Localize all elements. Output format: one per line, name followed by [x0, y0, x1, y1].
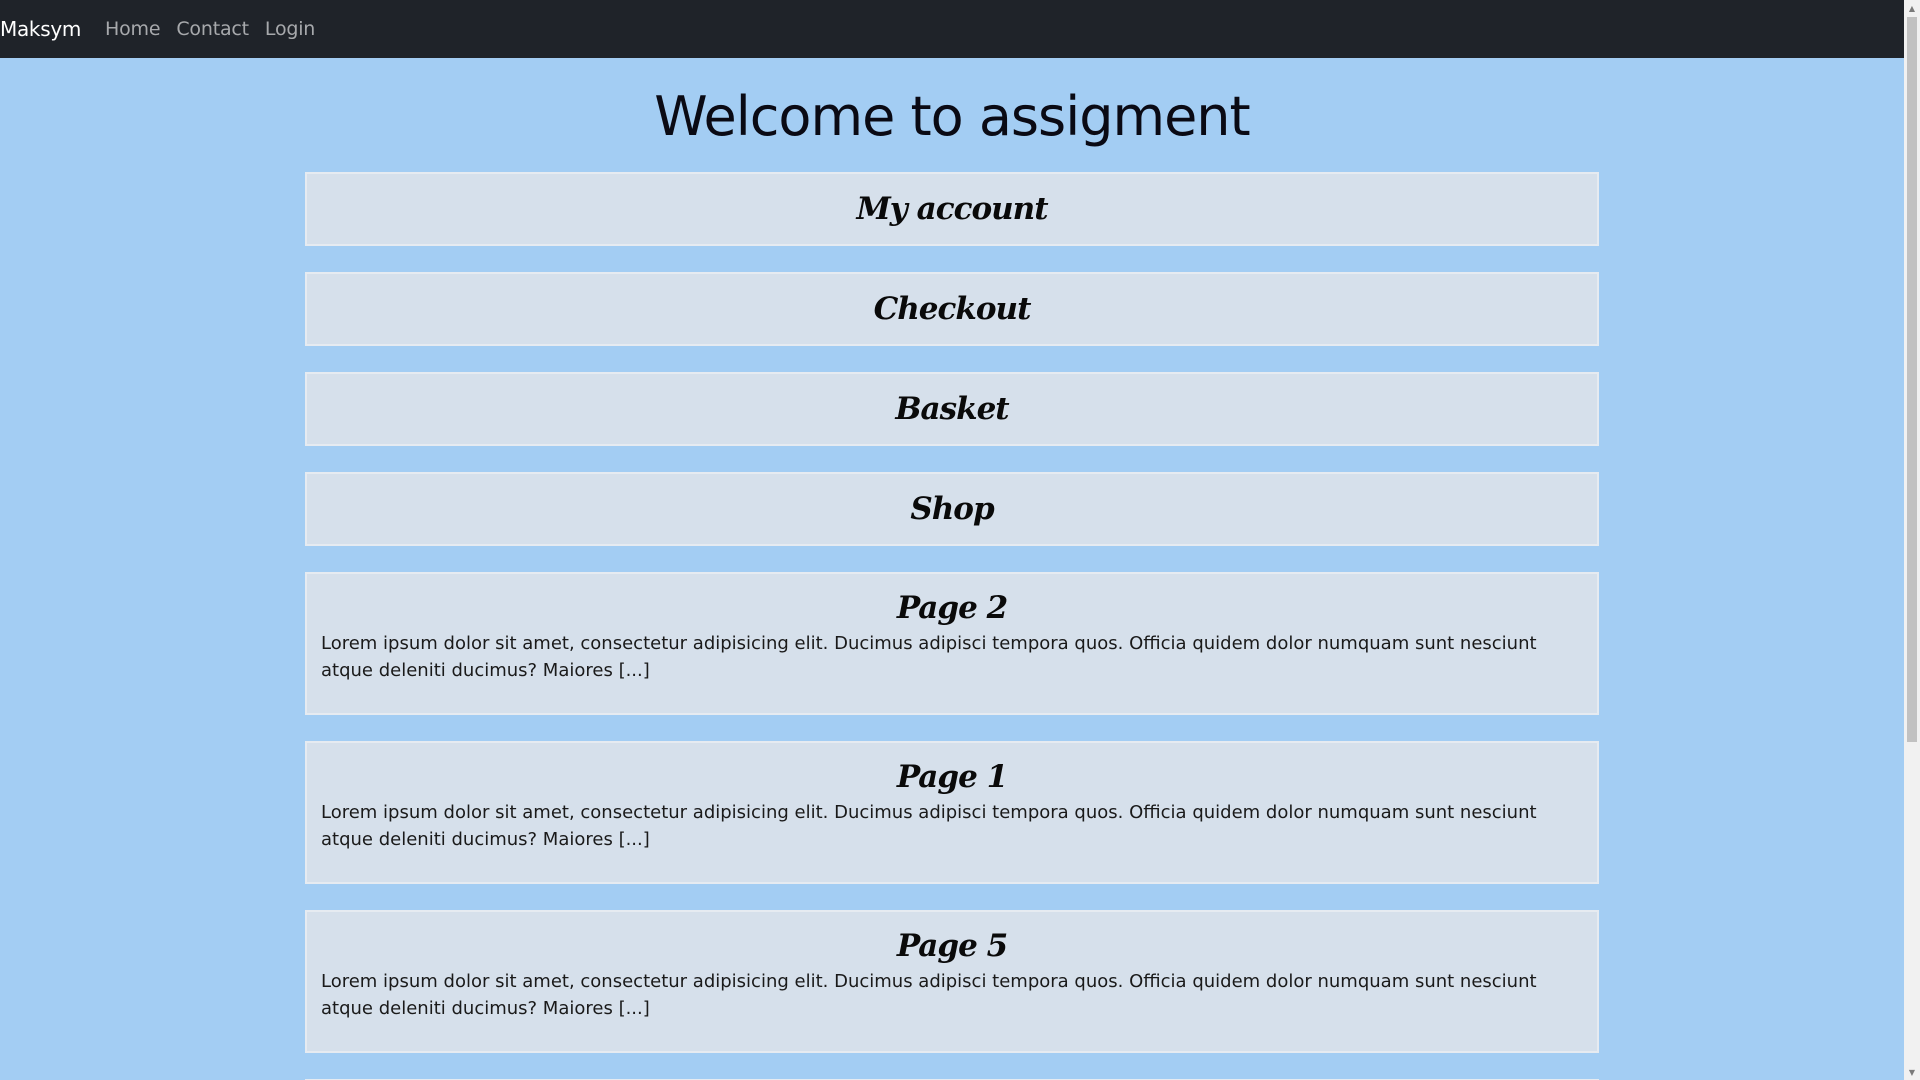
- my-account-card[interactable]: My account: [305, 172, 1599, 246]
- card-heading: Basket: [895, 391, 1009, 427]
- card-excerpt: Lorem ipsum dolor sit amet, consectetur …: [321, 633, 1537, 681]
- card-excerpt: Lorem ipsum dolor sit amet, consectetur …: [321, 802, 1537, 850]
- card-heading: My account: [856, 191, 1048, 227]
- vertical-scrollbar[interactable]: ▲ ▼: [1904, 0, 1920, 1080]
- page-card-page-1[interactable]: Page 1 Lorem ipsum dolor sit amet, conse…: [305, 741, 1599, 884]
- card-heading: Page 5: [896, 928, 1008, 964]
- chevron-up-icon[interactable]: ▲: [1904, 0, 1920, 16]
- basket-card[interactable]: Basket: [305, 372, 1599, 446]
- card-heading: Shop: [910, 491, 994, 527]
- nav-link-home[interactable]: Home: [105, 18, 161, 40]
- card-heading: Page 2: [896, 590, 1008, 626]
- card-list: My account Checkout Basket Shop Page 2 L…: [305, 172, 1599, 1080]
- chevron-down-icon[interactable]: ▼: [1904, 1064, 1920, 1080]
- card-heading: Checkout: [873, 291, 1032, 327]
- page-card-page-2[interactable]: Page 2 Lorem ipsum dolor sit amet, conse…: [305, 572, 1599, 715]
- card-excerpt: Lorem ipsum dolor sit amet, consectetur …: [321, 971, 1537, 1019]
- nav-link-contact[interactable]: Contact: [176, 18, 249, 40]
- scrollbar-thumb[interactable]: [1907, 17, 1917, 742]
- checkout-card[interactable]: Checkout: [305, 272, 1599, 346]
- brand-link[interactable]: Maksym: [0, 17, 81, 41]
- main-content: Welcome to assigment My account Checkout…: [0, 58, 1904, 1080]
- shop-card[interactable]: Shop: [305, 472, 1599, 546]
- page-card-page-5[interactable]: Page 5 Lorem ipsum dolor sit amet, conse…: [305, 910, 1599, 1053]
- navbar: Maksym Home Contact Login: [0, 0, 1904, 58]
- nav-link-login[interactable]: Login: [265, 18, 315, 40]
- card-heading: Page 1: [896, 759, 1008, 795]
- page-title: Welcome to assigment: [654, 85, 1250, 148]
